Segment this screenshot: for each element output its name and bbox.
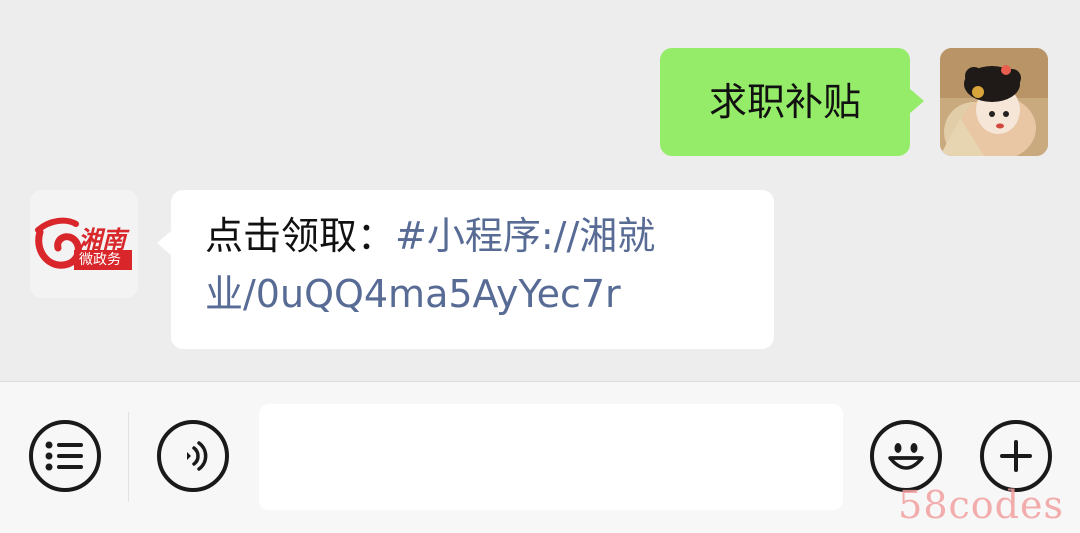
message-list[interactable]: 求职补贴 湘南 微政务 点击领取：#小程序://湘就业/0uQQ4ma5AyYe… xyxy=(0,0,1080,380)
portrait-avatar-image xyxy=(940,48,1048,156)
voice-icon xyxy=(187,441,208,471)
list-icon xyxy=(45,441,83,471)
wechat-chat-screen: 求职补贴 湘南 微政务 点击领取：#小程序://湘就业/0uQQ4ma5AyYe… xyxy=(0,0,1080,533)
more-button[interactable] xyxy=(980,420,1052,492)
official-account-avatar[interactable]: 湘南 微政务 xyxy=(30,190,138,298)
plus-icon xyxy=(1000,440,1032,472)
message-prefix-text: 点击领取： xyxy=(205,214,396,258)
watermark: 58codes xyxy=(898,483,1064,527)
input-bar-divider xyxy=(128,412,129,502)
logo-text-bottom: 微政务 xyxy=(79,252,121,268)
emoji-button[interactable] xyxy=(870,420,942,492)
incoming-message-bubble[interactable]: 点击领取：#小程序://湘就业/0uQQ4ma5AyYec7r xyxy=(157,190,774,349)
my-message-bubble[interactable]: 求职补贴 xyxy=(660,48,924,156)
message-input[interactable] xyxy=(259,404,843,510)
my-avatar[interactable] xyxy=(940,48,1048,156)
my-message-text: 求职补贴 xyxy=(708,80,861,124)
menu-button[interactable] xyxy=(29,420,101,492)
voice-button[interactable] xyxy=(157,420,229,492)
emoji-icon xyxy=(888,443,924,470)
